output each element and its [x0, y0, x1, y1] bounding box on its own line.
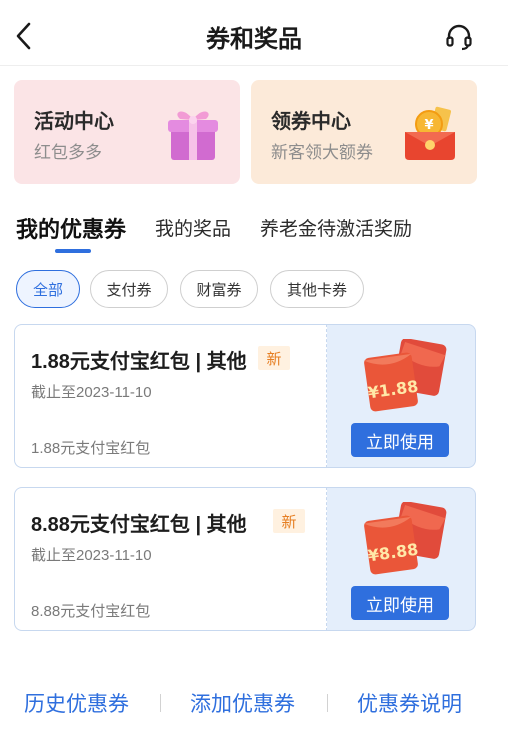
- coupon-card[interactable]: 8.88元支付宝红包 | 其他 新 截止至2023-11-10 8.88元支付宝…: [14, 487, 476, 631]
- tab-my-prizes[interactable]: 我的奖品: [155, 214, 231, 241]
- activity-center-card[interactable]: 活动中心 红包多多: [14, 80, 240, 184]
- coupon-info: 1.88元支付宝红包 | 其他 新 截止至2023-11-10 1.88元支付宝…: [14, 324, 327, 468]
- coupon-name: 1.88元支付宝红包 | 其他: [31, 351, 247, 373]
- filter-other-cards[interactable]: 其他卡券: [270, 270, 364, 308]
- coupon-center-title: 领券中心: [271, 111, 351, 133]
- activity-center-title: 活动中心: [34, 111, 114, 133]
- page-title: 券和奖品: [206, 26, 302, 53]
- coupon-expiry: 截止至2023-11-10: [31, 384, 152, 401]
- add-coupon-link[interactable]: 添加优惠券: [190, 688, 295, 718]
- tab-my-coupons[interactable]: 我的优惠券: [16, 212, 126, 244]
- svg-text:¥: ¥: [424, 118, 433, 133]
- active-tab-indicator: [55, 249, 91, 253]
- footer-links: 历史优惠券 添加优惠券 优惠券说明: [0, 684, 508, 720]
- red-envelope-coin-icon: ¥: [405, 106, 455, 160]
- divider: [160, 694, 161, 712]
- coupon-center-card[interactable]: 领券中心 新客领大额券 ¥: [251, 80, 477, 184]
- coupon-description: 8.88元支付宝红包: [31, 603, 151, 620]
- filter-payment-coupon[interactable]: 支付券: [90, 270, 168, 308]
- coupon-tabs: 我的优惠券 我的奖品 养老金待激活奖励: [0, 212, 508, 256]
- coupon-description: 1.88元支付宝红包: [31, 440, 151, 457]
- gift-box-icon: [168, 111, 218, 160]
- coupon-info: 8.88元支付宝红包 | 其他 新 截止至2023-11-10 8.88元支付宝…: [14, 487, 327, 631]
- history-coupons-link[interactable]: 历史优惠券: [24, 688, 129, 718]
- headset-icon: [446, 24, 472, 51]
- activity-center-subtitle: 红包多多: [34, 143, 102, 162]
- coupon-action-area: ¥1.88 立即使用: [327, 324, 476, 468]
- coupon-name: 8.88元支付宝红包 | 其他: [31, 514, 247, 536]
- top-bar: 券和奖品: [0, 0, 508, 66]
- use-now-button[interactable]: 立即使用: [351, 586, 449, 620]
- divider: [327, 694, 328, 712]
- tab-pension-rewards[interactable]: 养老金待激活奖励: [260, 214, 412, 241]
- red-envelope-icon: ¥8.88: [363, 502, 447, 575]
- coupon-card[interactable]: 1.88元支付宝红包 | 其他 新 截止至2023-11-10 1.88元支付宝…: [14, 324, 476, 468]
- new-badge: 新: [273, 509, 305, 533]
- red-envelope-icon: ¥1.88: [363, 339, 447, 412]
- new-badge: 新: [258, 346, 290, 370]
- coupon-info-link[interactable]: 优惠券说明: [357, 688, 462, 718]
- customer-service-button[interactable]: [444, 22, 474, 52]
- filter-all[interactable]: 全部: [16, 270, 80, 308]
- coupon-expiry: 截止至2023-11-10: [31, 547, 152, 564]
- coupon-center-subtitle: 新客领大额券: [271, 143, 373, 162]
- use-now-button[interactable]: 立即使用: [351, 423, 449, 457]
- coupon-action-area: ¥8.88 立即使用: [327, 487, 476, 631]
- filter-wealth-coupon[interactable]: 财富券: [180, 270, 258, 308]
